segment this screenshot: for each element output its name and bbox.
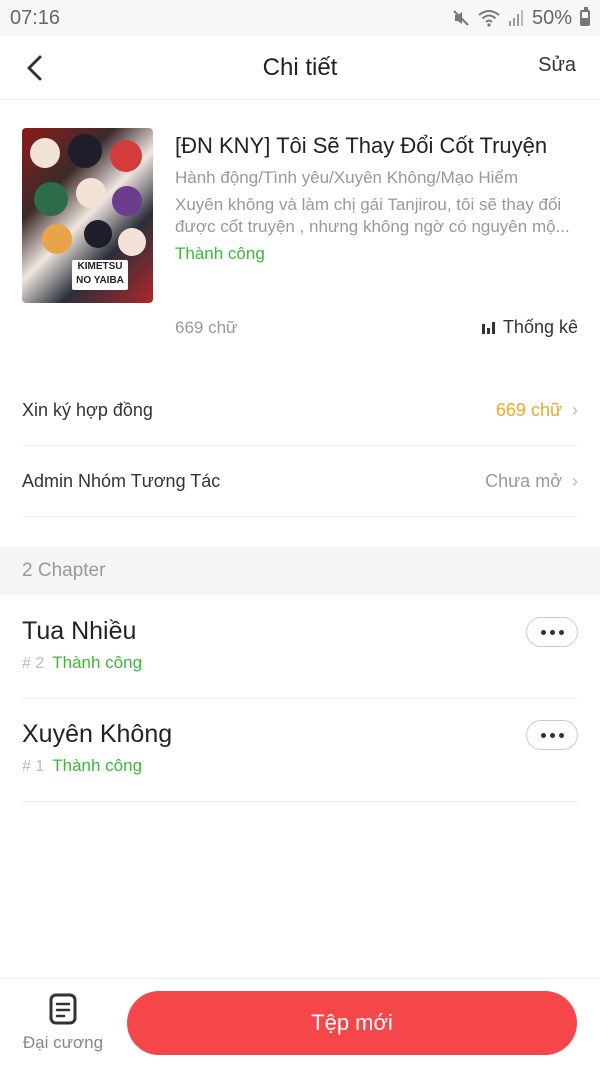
page-title: Chi tiết (262, 53, 338, 81)
more-options-button[interactable] (526, 617, 578, 647)
admin-group-value: Chưa mở (485, 471, 562, 491)
chapter-title: Xuyên Không (22, 720, 173, 748)
chapter-item[interactable]: Tua Nhiều # 2 Thành công (22, 595, 578, 699)
chevron-right-icon: › (572, 471, 578, 491)
outline-button[interactable]: Đại cương (14, 993, 112, 1059)
chapter-status: Thành công (52, 756, 143, 775)
statistics-label: Thống kê (502, 317, 578, 337)
more-dots-icon (540, 629, 546, 635)
chapter-number: # 1 (22, 758, 45, 775)
book-word-count: 669 chữ (175, 318, 238, 337)
statistics-button[interactable]: Thống kê (481, 317, 578, 338)
contract-value: 669 chữ (495, 400, 562, 420)
wifi-icon (478, 9, 500, 27)
book-description: Xuyên không và làm chị gái Tanjirou, tôi… (175, 195, 570, 236)
contract-row[interactable]: Xin ký hợp đồng 669 chữ › (22, 376, 578, 446)
status-bar: 07:16 50% (0, 0, 600, 36)
mute-icon (452, 9, 470, 27)
chapter-item[interactable]: Xuyên Không # 1 Thành công (22, 698, 578, 802)
outline-label: Đại cương (22, 1033, 104, 1052)
chevron-right-icon: › (572, 400, 578, 420)
admin-group-row[interactable]: Admin Nhóm Tương Tác Chưa mở › (22, 447, 578, 517)
book-status: Thành công (175, 244, 265, 263)
battery-icon (580, 7, 590, 26)
book-title: [ĐN KNY] Tôi Sẽ Thay Đổi Cốt Truyện (175, 133, 548, 158)
back-button[interactable] (18, 50, 50, 86)
back-arrow-icon (27, 55, 42, 81)
edit-button[interactable]: Sửa (538, 54, 576, 77)
chapters-section-header: 2 Chapter (0, 547, 600, 595)
chapter-number: # 2 (22, 655, 45, 672)
contract-label: Xin ký hợp đồng (22, 400, 153, 420)
new-file-button[interactable]: Tệp mới (127, 991, 577, 1055)
book-info: [ĐN KNY] Tôi Sẽ Thay Đổi Cốt Truyện Hành… (175, 128, 580, 264)
battery-percent: 50% (531, 6, 572, 29)
book-cover-image[interactable]: KIMETSU NO YAIBA (22, 128, 153, 303)
chapter-status: Thành công (52, 653, 143, 672)
status-icons: 50% (452, 7, 590, 30)
more-options-button[interactable] (526, 720, 578, 750)
more-dots-icon (540, 732, 546, 738)
book-genres: Hành động/Tình yêu/Xuyên Không/Mạo Hiểm (175, 168, 519, 187)
bar-chart-icon (481, 321, 495, 334)
admin-group-label: Admin Nhóm Tương Tác (22, 471, 221, 491)
status-time: 07:16 (10, 6, 61, 29)
bottom-bar: Đại cương Tệp mới (0, 978, 600, 1067)
header-bar: Chi tiết Sửa (0, 36, 600, 100)
chapter-title: Tua Nhiều (22, 617, 137, 645)
document-icon (49, 993, 77, 1025)
cover-logo: KIMETSU NO YAIBA (72, 260, 128, 290)
signal-icon (508, 9, 524, 27)
